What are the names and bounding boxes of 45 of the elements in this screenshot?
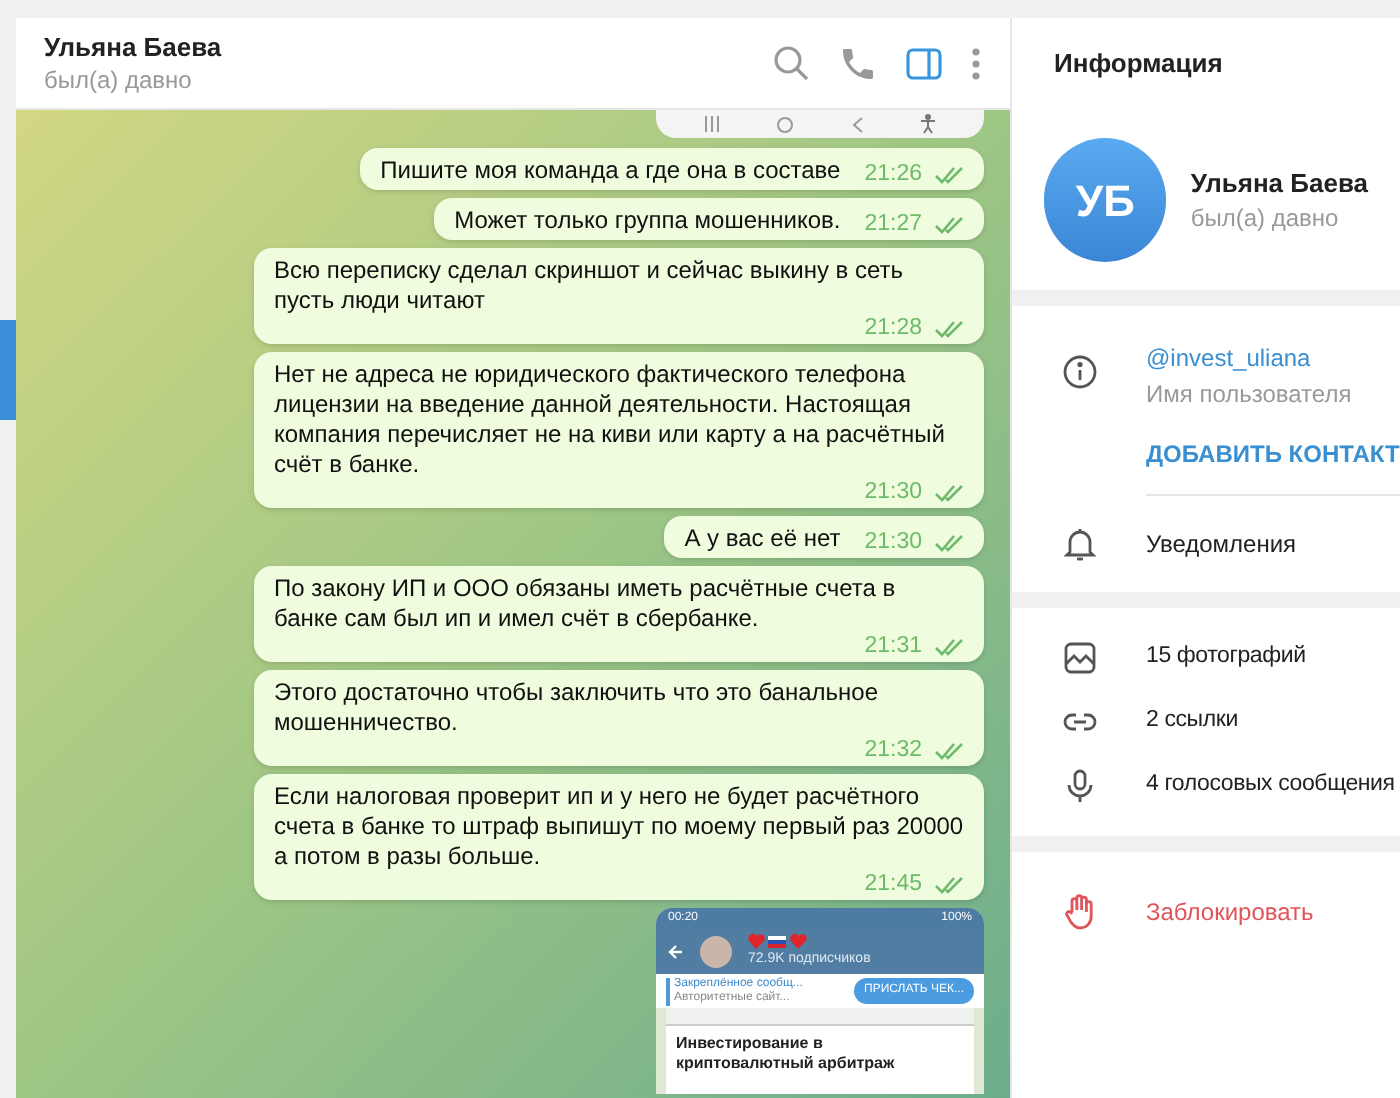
chat-status: был(а) давно xyxy=(44,63,194,95)
message-time: 21:30 xyxy=(864,530,922,554)
message-time: 21:32 xyxy=(864,738,922,762)
message-time: 21:31 xyxy=(864,634,922,658)
avatar-initials: УБ xyxy=(1044,138,1167,262)
chat-title: Ульяна Баева xyxy=(44,31,224,63)
message-time: 21:27 xyxy=(864,212,922,236)
message-time: 21:30 xyxy=(864,480,922,504)
username-label: Имя пользователя xyxy=(1146,378,1354,410)
message-text: По закону ИП и ООО обязаны иметь расчётные счета в банке сам был ип и имел счёт в сбербанке. xyxy=(274,574,898,634)
bell-icon xyxy=(1063,526,1095,562)
message-text: Если налоговая проверит ип и у него не будет расчётного счета в банке то штраф выпишут по моему первый раз 20000 а потом в разы больше. xyxy=(274,782,964,872)
media-count-label[interactable]: 2 ссылки xyxy=(1146,704,1238,740)
more-icon[interactable] xyxy=(970,43,982,83)
profile-name: Ульяна Баева xyxy=(1190,166,1368,202)
profile-status: был(а) давно xyxy=(1190,202,1341,234)
circle-icon xyxy=(776,115,795,133)
message-text: Нет не адреса не юридического фактического телефона лицензии на введение данной деятельности. Настоящая компания перечисляет не на киви или карту а на расчётный счёт в банке. xyxy=(274,360,947,480)
photo-icon xyxy=(1061,640,1097,676)
back-icon xyxy=(851,115,864,133)
selection-indicator xyxy=(0,320,16,420)
hearts-flag-drawing xyxy=(748,934,808,950)
media-count-label[interactable]: 15 фотографий xyxy=(1146,640,1306,676)
person-icon xyxy=(919,114,936,134)
message-time: 21:45 xyxy=(864,872,922,896)
side-panel-icon[interactable] xyxy=(904,43,944,83)
hand-icon xyxy=(1063,894,1095,930)
notifications-label[interactable]: Уведомления xyxy=(1146,526,1297,562)
message-text: Пишите моя команда а где она в составе xyxy=(380,156,841,186)
info-icon xyxy=(1061,354,1097,390)
message-text: А у вас её нет xyxy=(684,524,841,554)
post-title: Инвестирование в криптовалютный арбитраж xyxy=(676,1034,897,1074)
panel-title: Информация xyxy=(1054,46,1223,83)
message-time: 21:26 xyxy=(864,162,922,186)
message-text: Может только группа мошенников. xyxy=(454,206,841,236)
block-user-label[interactable]: Заблокировать xyxy=(1146,894,1314,930)
avatar-placeholder xyxy=(700,935,732,967)
message-text: Всю переписку сделал скриншот и сейчас выкину в сеть пусть люди читают xyxy=(274,256,906,316)
message-text: Этого достаточно чтобы заключить что это банальное мошенничество. xyxy=(274,678,880,738)
back-arrow-icon xyxy=(668,943,684,959)
media-count-label[interactable]: 4 голосовых сообщения xyxy=(1146,768,1395,804)
search-icon[interactable] xyxy=(772,43,812,83)
message-time: 21:28 xyxy=(864,316,922,340)
phone-icon[interactable] xyxy=(838,43,878,83)
menu-icon xyxy=(704,116,721,132)
